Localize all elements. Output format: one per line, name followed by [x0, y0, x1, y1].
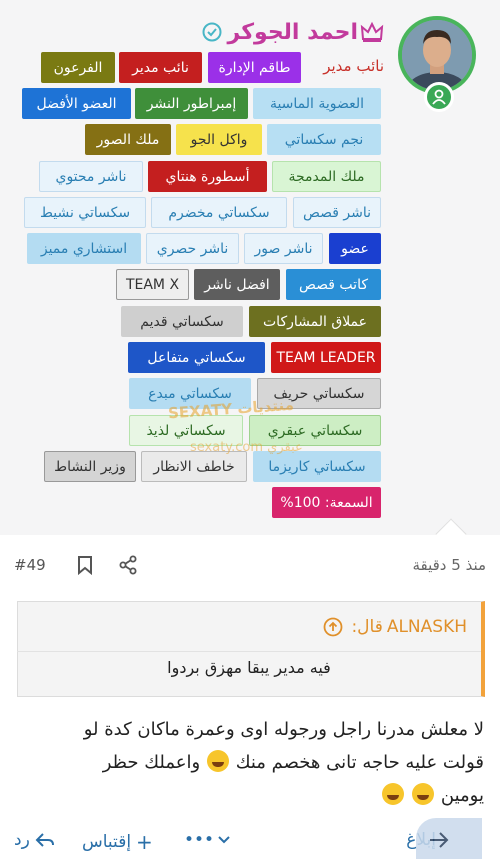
chevron-down-icon — [218, 836, 230, 844]
badge: استشاري مميز — [27, 233, 141, 264]
user-icon — [432, 89, 446, 105]
quoted-message: ALNASKH قال: فيه مدير يبقا مهزق بردوا — [17, 601, 485, 697]
quote-header[interactable]: ALNASKH قال: — [17, 602, 481, 652]
username[interactable]: احمد الجوكر — [228, 20, 358, 45]
bookmark-icon[interactable] — [76, 555, 94, 575]
quote-author[interactable]: ALNASKH — [387, 617, 467, 637]
post-timestamp[interactable]: منذ 5 دقيقة — [412, 556, 486, 574]
badge: واكل الجو — [176, 124, 262, 155]
reply-button[interactable]: رد — [14, 830, 56, 850]
profile-pointer — [435, 518, 467, 550]
scroll-to-top-button[interactable] — [416, 818, 482, 859]
badge: عملاق المشاركات — [249, 306, 381, 337]
reply-label: رد — [14, 830, 30, 850]
post-meta-bar: #49 منذ 5 دقيقة — [0, 548, 500, 584]
badge: نجم سكساتي — [267, 124, 381, 155]
post-line-3: يومين — [18, 779, 484, 812]
badge: عضو — [329, 233, 381, 264]
laughing-emoji-icon — [412, 783, 435, 805]
badge: طاقم الإدارة — [208, 52, 301, 83]
quote-text: فيه مدير يبقا مهزق بردوا — [167, 658, 331, 677]
crown-icon — [360, 21, 384, 42]
verified-icon — [202, 22, 222, 42]
post-content: لا معلش مدرنا راجل ورجوله اوى وعمرة ماكا… — [18, 713, 484, 812]
arrow-right-icon — [430, 832, 449, 848]
badge: وزير النشاط — [44, 451, 136, 482]
online-status-badge — [424, 82, 454, 112]
badge: ملك الصور — [85, 124, 171, 155]
badge: سكساتي مخضرم — [151, 197, 287, 228]
user-profile-card: احمد الجوكر نائب مدير الفرعون نائب مدير … — [0, 0, 500, 550]
user-role: نائب مدير — [323, 57, 384, 75]
post-number-link[interactable]: #49 — [14, 556, 46, 574]
post-text: يومين — [440, 785, 484, 806]
more-options-button[interactable]: ••• — [184, 830, 230, 850]
laughing-emoji-icon — [382, 783, 405, 805]
badge: سكساتي نشيط — [24, 197, 146, 228]
quote-button[interactable]: + إقتباس — [82, 830, 153, 854]
badge: TEAM LEADER — [271, 342, 381, 373]
reply-icon — [35, 833, 54, 847]
badge: سكساتي كاريزما — [253, 451, 381, 482]
badge: أسطورة هنتاي — [148, 161, 267, 192]
badge: ناشر صور — [244, 233, 323, 264]
laughing-emoji-icon — [206, 750, 229, 772]
more-label: ••• — [184, 830, 215, 850]
post-text: قولت عليه حاجه تانى هخصم منك — [235, 752, 484, 773]
reputation-badge: السمعة: 100% — [272, 487, 381, 518]
badge: افضل ناشر — [194, 269, 280, 300]
badge: إمبراطور النشر — [135, 88, 248, 119]
post-text: واعملك حظر — [102, 752, 201, 773]
badge: TEAM X — [116, 269, 189, 300]
avatar-container[interactable] — [398, 16, 476, 112]
post-line: لا معلش مدرنا راجل ورجوله اوى وعمرة ماكا… — [83, 719, 484, 740]
arrow-up-circle-icon[interactable] — [323, 617, 343, 637]
badge: ناشر قصص — [293, 197, 381, 228]
badge: خاطف الانظار — [141, 451, 247, 482]
plus-icon: + — [136, 830, 153, 854]
badge: كاتب قصص — [286, 269, 381, 300]
badge: الفرعون — [41, 52, 115, 83]
badge: نائب مدير — [119, 52, 202, 83]
username-row: احمد الجوكر — [202, 16, 384, 48]
quote-label: إقتباس — [82, 832, 132, 852]
badge: ناشر حصري — [146, 233, 239, 264]
avatar-image — [402, 20, 472, 90]
badge: العضوية الماسية — [253, 88, 381, 119]
badge: العضو الأفضل — [22, 88, 131, 119]
badge: ناشر محتوي — [39, 161, 143, 192]
badge: سكساتي متفاعل — [128, 342, 265, 373]
badge: ملك المدمجة — [272, 161, 381, 192]
share-icon[interactable] — [118, 555, 138, 575]
quote-said-label: قال: — [351, 616, 383, 637]
badge: سكساتي قديم — [121, 306, 243, 337]
post-line-2: قولت عليه حاجه تانى هخصم منك واعملك حظر — [18, 746, 484, 779]
watermark-url: sexaty.com عبقري — [190, 440, 303, 455]
